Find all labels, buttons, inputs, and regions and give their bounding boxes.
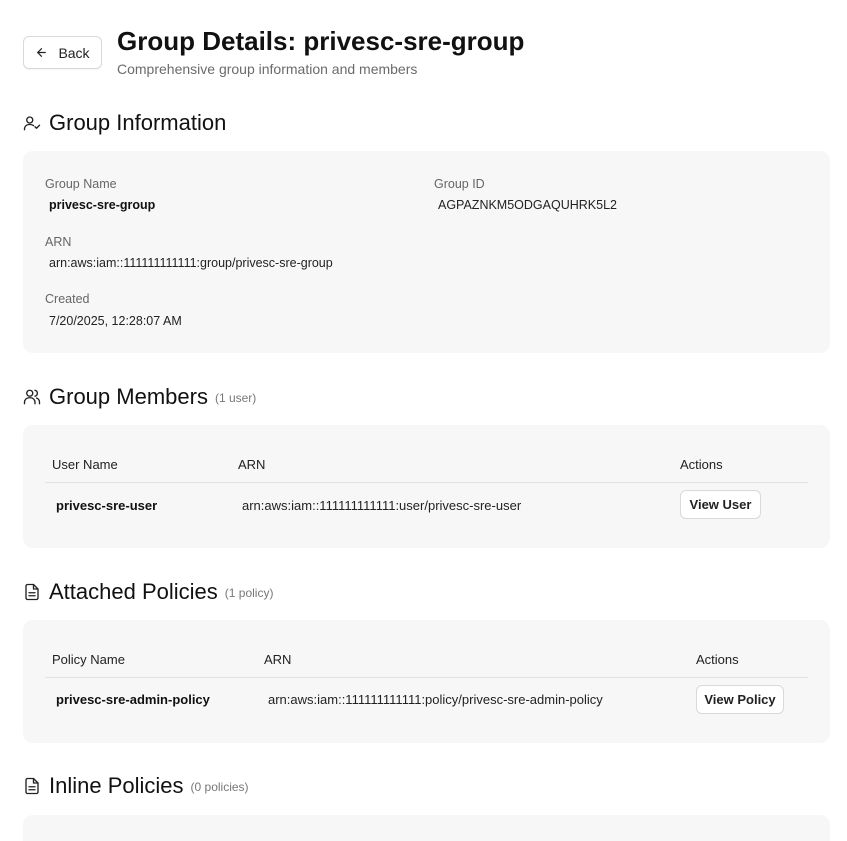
policy-name: privesc-sre-admin-policy [56,692,210,707]
table-divider [45,677,808,678]
member-user-name: privesc-sre-user [56,498,158,513]
group-name-value: privesc-sre-group [49,198,156,212]
group-information-header: Group Information [23,110,226,136]
attached-policies-card: Policy Name ARN Actions privesc-sre-admi… [23,620,830,743]
group-id-value: AGPAZNKM5ODGAQUHRK5L2 [438,198,617,212]
file-text-icon [23,777,41,795]
column-header-actions: Actions [696,652,739,667]
column-header-user-name: User Name [52,457,118,472]
attached-policies-title: Attached Policies [49,579,218,604]
view-user-button[interactable]: View User [680,490,761,519]
view-policy-button[interactable]: View Policy [696,685,784,714]
attached-policies-header: Attached Policies (1 policy) [23,579,273,605]
back-button-label: Back [58,44,90,61]
group-members-title: Group Members [49,384,208,409]
group-information-title: Group Information [49,110,227,135]
inline-policies-count: (0 policies) [190,780,249,794]
column-header-actions: Actions [680,457,723,472]
members-count: (1 user) [214,391,257,405]
created-label: Created [45,292,90,306]
page-title: Group Details: privesc-sre-group [117,26,525,56]
inline-policies-header: Inline Policies (0 policies) [23,773,249,799]
group-information-card: Group Name privesc-sre-group Group ID AG… [23,151,830,353]
table-divider [45,482,808,483]
member-arn: arn:aws:iam::111111111111:user/privesc-s… [242,498,522,513]
file-text-icon [23,583,41,601]
group-id-label: Group ID [434,177,485,191]
page-subtitle: Comprehensive group information and memb… [117,61,418,77]
inline-policies-title: Inline Policies [49,773,184,798]
arn-label: ARN [45,235,72,249]
created-value: 7/20/2025, 12:28:07 AM [49,314,182,328]
policy-arn: arn:aws:iam::111111111111:policy/privesc… [268,692,603,707]
group-name-label: Group Name [45,177,117,191]
user-check-icon [23,114,41,132]
arrow-left-icon [35,46,48,59]
arn-value: arn:aws:iam::111111111111:group/privesc-… [49,256,333,270]
group-members-card: User Name ARN Actions privesc-sre-user a… [23,425,830,548]
users-icon [23,388,41,406]
column-header-arn: ARN [264,652,292,667]
attached-policies-count: (1 policy) [224,586,274,600]
back-button[interactable]: Back [23,36,102,69]
column-header-policy-name: Policy Name [52,652,125,667]
column-header-arn: ARN [238,457,266,472]
inline-policies-card [23,815,830,841]
group-members-header: Group Members (1 user) [23,384,256,410]
